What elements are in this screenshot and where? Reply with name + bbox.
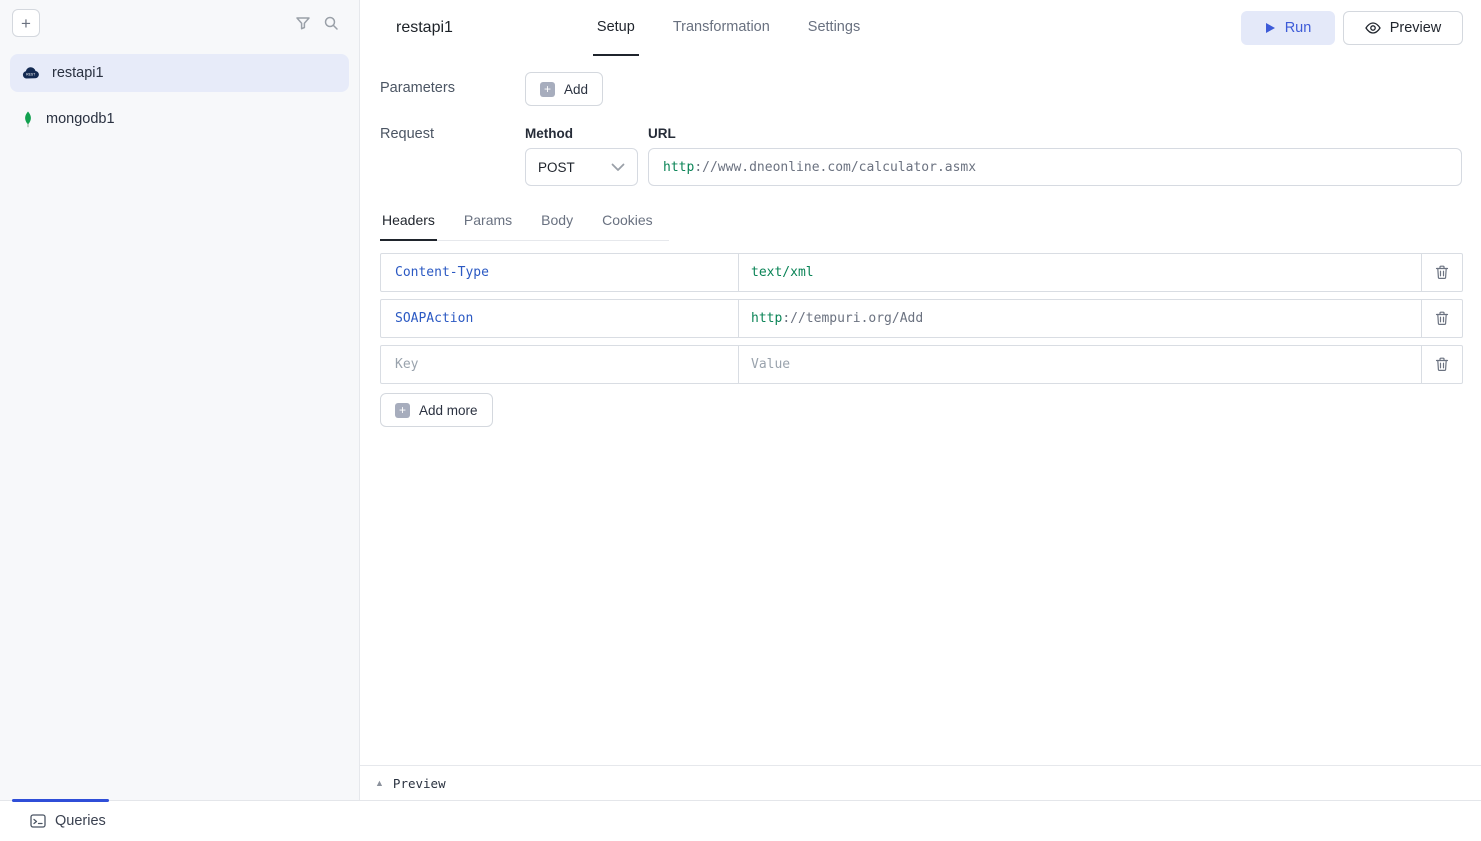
sidebar-item-restapi1[interactable]: REST restapi1: [10, 54, 349, 92]
response-preview-toggle[interactable]: ▲ Preview: [360, 765, 1481, 800]
key-input[interactable]: [395, 346, 724, 383]
tab-params[interactable]: Params: [462, 212, 514, 241]
url-input[interactable]: http://www.dneonline.com/calculator.asmx: [648, 148, 1462, 186]
table-row: [380, 345, 1462, 384]
search-icon[interactable]: [317, 9, 345, 37]
url-rest: ://www.dneonline.com/calculator.asmx: [694, 160, 976, 175]
mongodb-icon: [22, 111, 34, 128]
url-label: URL: [648, 126, 1462, 141]
header-value-input-2[interactable]: [738, 345, 1422, 384]
sidebar-toolbar: +: [0, 0, 359, 46]
add-more-label: Add more: [419, 403, 478, 418]
method-select[interactable]: POST: [525, 148, 638, 186]
sidebar-item-mongodb1[interactable]: mongodb1: [10, 100, 349, 138]
play-icon: [1265, 22, 1276, 34]
method-value: POST: [538, 160, 575, 175]
sidebar-item-label: restapi1: [52, 65, 104, 81]
response-preview-label: Preview: [393, 776, 446, 791]
header-value-input-1[interactable]: http://tempuri.org/Add: [738, 299, 1422, 338]
add-more-button[interactable]: + Add more: [380, 393, 493, 427]
header-actions: Run Preview: [1241, 11, 1463, 45]
page-title: restapi1: [396, 19, 453, 37]
eye-icon: [1365, 22, 1381, 34]
header-value-text: text/xml: [751, 265, 814, 280]
method-field: Method POST: [525, 126, 638, 186]
tab-body[interactable]: Body: [539, 212, 575, 241]
parameters-label: Parameters: [380, 72, 525, 106]
tab-settings[interactable]: Settings: [804, 0, 864, 56]
caret-up-icon: ▲: [375, 778, 384, 788]
plus-icon: +: [540, 82, 555, 97]
header-value-rest: ://tempuri.org/Add: [782, 311, 923, 326]
svg-text:REST: REST: [26, 73, 35, 77]
headers-table: Content-Type text/xml SOAPAction: [380, 253, 1462, 384]
header-key-input-2[interactable]: [380, 345, 739, 384]
rest-api-icon: REST: [22, 66, 40, 80]
queries-sidebar: + REST restapi1 mongodb1: [0, 0, 360, 800]
query-editor: restapi1 Setup Transformation Settings R…: [360, 0, 1481, 800]
header-key-text: Content-Type: [395, 265, 489, 280]
tab-headers[interactable]: Headers: [380, 212, 437, 241]
editor-tabs: Setup Transformation Settings: [593, 0, 864, 56]
request-config-tabs: Headers Params Body Cookies: [380, 212, 669, 241]
header-key-input-1[interactable]: SOAPAction: [380, 299, 739, 338]
table-row: SOAPAction http://tempuri.org/Add: [380, 299, 1462, 338]
filter-icon[interactable]: [289, 9, 317, 37]
table-row: Content-Type text/xml: [380, 253, 1462, 292]
add-parameter-button[interactable]: + Add: [525, 72, 603, 106]
header-value-input-0[interactable]: text/xml: [738, 253, 1422, 292]
method-label: Method: [525, 126, 638, 141]
value-input[interactable]: [751, 346, 1409, 383]
new-query-button[interactable]: +: [12, 9, 40, 37]
queries-icon: [30, 814, 46, 828]
request-row: Request Method POST URL http://www.dneon…: [380, 126, 1462, 186]
url-scheme: http: [663, 160, 694, 175]
setup-panel: Parameters + Add Request Method POST: [360, 56, 1481, 765]
plus-icon: +: [395, 403, 410, 418]
parameters-row: Parameters + Add: [380, 72, 1462, 106]
sidebar-item-label: mongodb1: [46, 111, 115, 127]
queries-tab-label: Queries: [55, 813, 106, 829]
tab-cookies[interactable]: Cookies: [600, 212, 655, 241]
header-key-input-0[interactable]: Content-Type: [380, 253, 739, 292]
chevron-down-icon: [611, 163, 625, 172]
trash-icon: [1435, 357, 1449, 372]
trash-icon: [1435, 265, 1449, 280]
delete-header-button-2[interactable]: [1421, 345, 1463, 384]
request-label: Request: [380, 126, 525, 186]
run-button[interactable]: Run: [1241, 11, 1335, 45]
active-tab-indicator: [12, 799, 109, 802]
tab-transformation[interactable]: Transformation: [669, 0, 774, 56]
tab-setup[interactable]: Setup: [593, 0, 639, 56]
query-list: REST restapi1 mongodb1: [0, 46, 359, 146]
editor-header: restapi1 Setup Transformation Settings R…: [360, 0, 1481, 56]
trash-icon: [1435, 311, 1449, 326]
url-field: URL http://www.dneonline.com/calculator.…: [648, 126, 1462, 186]
preview-button[interactable]: Preview: [1343, 11, 1463, 45]
app-window: + REST restapi1 mongodb1: [0, 0, 1481, 841]
add-parameter-label: Add: [564, 82, 588, 97]
header-value-text: http: [751, 311, 782, 326]
run-button-label: Run: [1285, 20, 1312, 36]
delete-header-button-0[interactable]: [1421, 253, 1463, 292]
tab-queries[interactable]: Queries: [30, 813, 106, 829]
delete-header-button-1[interactable]: [1421, 299, 1463, 338]
header-key-text: SOAPAction: [395, 311, 473, 326]
preview-button-label: Preview: [1390, 20, 1442, 36]
editor-bottom-bar: Queries: [0, 800, 1481, 841]
